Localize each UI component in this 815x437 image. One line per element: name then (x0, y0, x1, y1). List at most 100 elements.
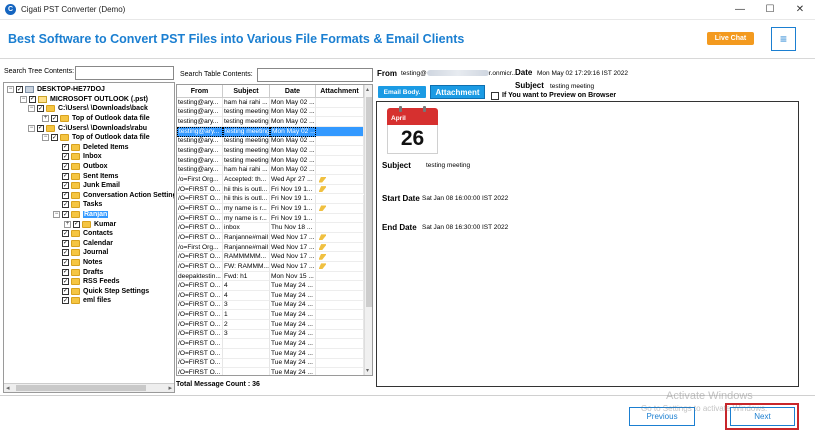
tree-item[interactable]: + ✓ Kumar (64, 219, 116, 229)
table-row[interactable]: testing@ary... ham hai rahi ... Mon May 02… (177, 98, 364, 108)
tree-checkbox[interactable]: ✓ (62, 249, 69, 257)
table-row[interactable]: /O=FIRST O... 4 Tue May 24 ... (177, 281, 364, 291)
column-header-subject[interactable]: Subject (223, 85, 270, 97)
table-row[interactable]: /O=FIRST O... 1 Tue May 24 ... (177, 310, 364, 320)
live-chat-button[interactable]: Live Chat (707, 32, 754, 45)
tree-checkbox[interactable]: ✓ (62, 287, 69, 295)
scroll-up-icon[interactable]: ▴ (366, 86, 369, 93)
table-row[interactable]: /O=FIRST O... Tue May 24 ... (177, 339, 364, 349)
collapse-icon[interactable]: − (28, 105, 35, 113)
tree-item[interactable]: − ✓ C:\Users\ \Downloads\rabu (28, 123, 147, 133)
tree-checkbox[interactable]: ✓ (62, 211, 69, 219)
table-row[interactable]: deepaktestin... Fwd: h1 Mon Nov 15 ... (177, 271, 364, 282)
tree-checkbox[interactable]: ✓ (62, 172, 69, 180)
scrollbar-thumb[interactable] (366, 97, 372, 307)
expand-icon[interactable]: + (64, 220, 71, 228)
table-search-input[interactable] (257, 68, 373, 82)
table-row[interactable]: /O=FIRST O... Tue May 24 ... (177, 358, 364, 369)
column-header-attachment[interactable]: Attachment (316, 85, 364, 97)
table-vertical-scrollbar[interactable]: ▴ ▾ (364, 85, 372, 375)
column-header-from[interactable]: From (177, 85, 223, 97)
tree-item[interactable]: ✓ Journal (53, 248, 108, 258)
collapse-icon[interactable]: − (28, 124, 35, 132)
table-row[interactable]: /O=FIRST O... 3 Tue May 24 ... (177, 300, 364, 311)
tree-item[interactable]: ✓ Quick Step Settings (53, 287, 149, 297)
tree-item[interactable]: ✓ Contacts (53, 229, 113, 239)
table-row[interactable]: /O=FIRST O... FW: RAMMM... Wed Nov 17 ... (177, 262, 364, 272)
scroll-left-icon[interactable]: ◂ (6, 384, 10, 392)
tree-item[interactable]: ✓ Calendar (53, 239, 113, 249)
tree-checkbox[interactable]: ✓ (62, 278, 69, 286)
table-row[interactable]: /O=FIRST O... Ranjanne#mail Wed Nov 17 ... (177, 233, 364, 243)
tree-checkbox[interactable]: ✓ (62, 191, 69, 199)
collapse-icon[interactable]: − (20, 95, 27, 103)
table-row[interactable]: /O=FIRST O... 3 Tue May 24 ... (177, 329, 364, 340)
tree-checkbox[interactable]: ✓ (51, 134, 58, 142)
table-row[interactable]: testing@ary... testing meeting Mon May 02 … (177, 136, 364, 147)
tree-checkbox[interactable]: ✓ (29, 95, 36, 103)
close-button[interactable]: ✕ (785, 0, 815, 18)
table-row[interactable]: /O=FIRST O... Tue May 24 ... (177, 348, 364, 359)
scroll-right-icon[interactable]: ▸ (168, 384, 172, 392)
tree-item[interactable]: − ✓ MICROSOFT OUTLOOK (.pst) (20, 95, 148, 105)
tree-checkbox[interactable]: ✓ (37, 105, 44, 113)
attachment-button[interactable]: Attachment (430, 85, 485, 99)
tree-checkbox[interactable]: ✓ (73, 220, 80, 228)
table-row[interactable]: testing@ary... ham hai rahi ... Mon May 02… (177, 165, 364, 176)
tree-item[interactable]: ✓ Junk Email (53, 181, 120, 191)
tree-item[interactable]: − ✓ DESKTOP-HE77DOJ (7, 85, 105, 95)
tree-item[interactable]: + ✓ Top of Outlook data file (42, 114, 150, 124)
table-row[interactable]: testing@ary... testing meeting Mon May 02 … (177, 146, 364, 156)
tree-item[interactable]: ✓ Inbox (53, 152, 102, 162)
tree-item[interactable]: ✓ eml files (53, 296, 111, 306)
table-row[interactable]: /O=FIRST O... 4 Tue May 24 ... (177, 291, 364, 301)
table-row[interactable]: testing@ary... testing meeting Mon May 02 … (177, 107, 364, 118)
tree-search-input[interactable] (75, 66, 174, 80)
email-body-button[interactable]: Email Body. (378, 86, 426, 98)
scroll-down-icon[interactable]: ▾ (366, 367, 369, 374)
table-row[interactable]: testing@ary... testing meeting Mon May 02 … (177, 155, 364, 166)
tree-item[interactable]: ✓ Deleted Items (53, 143, 129, 153)
collapse-icon[interactable]: − (7, 86, 14, 94)
tree-item[interactable]: ✓ Drafts (53, 267, 103, 277)
tree-checkbox[interactable]: ✓ (62, 297, 69, 305)
collapse-icon[interactable]: − (53, 211, 60, 219)
table-row[interactable]: testing@ary... testing meeting Mon May 02 … (177, 117, 364, 127)
tree-checkbox[interactable]: ✓ (62, 163, 69, 171)
tree-checkbox[interactable]: ✓ (51, 115, 58, 123)
tree-checkbox[interactable]: ✓ (62, 239, 69, 247)
table-row[interactable]: /o=First Org... Accepted: th... Wed Apr 27… (177, 175, 364, 185)
table-row[interactable]: /O=FIRST O... my name is r... Fri Nov 19 1… (177, 204, 364, 214)
table-row[interactable]: /O=FIRST O... Tue May 24 ... (177, 368, 364, 375)
tree-item[interactable]: ✓ Conversation Action Setting (53, 191, 174, 201)
collapse-icon[interactable]: − (42, 134, 49, 142)
tree-item[interactable]: ✓ Tasks (53, 200, 102, 210)
table-row[interactable]: /O=FIRST O... hii this is outl... Fri Nov … (177, 184, 364, 195)
table-row[interactable]: /o=First Org... Ranjanne#mail Wed Nov 17 .… (177, 242, 364, 253)
tree-item[interactable]: − ✓ Ranjan (53, 210, 109, 220)
tree-checkbox[interactable]: ✓ (62, 259, 69, 267)
tree-item[interactable]: ✓ Notes (53, 258, 102, 268)
hamburger-menu-button[interactable]: ≡ (771, 27, 796, 51)
tree-item[interactable]: − ✓ C:\Users\ \Downloads\back (28, 104, 148, 114)
tree-checkbox[interactable]: ✓ (62, 201, 69, 209)
maximize-button[interactable]: ☐ (755, 0, 785, 18)
tree-item[interactable]: − ✓ Top of Outlook data file (42, 133, 150, 143)
tree-item[interactable]: ✓ Outbox (53, 162, 108, 172)
tree-checkbox[interactable]: ✓ (62, 182, 69, 190)
minimize-button[interactable]: — (725, 0, 755, 18)
tree-checkbox[interactable]: ✓ (62, 153, 69, 161)
scrollbar-thumb[interactable] (16, 385, 146, 391)
table-row[interactable]: /O=FIRST O... RAMMMMM... Wed Nov 17 ... (177, 252, 364, 263)
preview-browser-checkbox[interactable] (491, 92, 499, 100)
table-row[interactable]: /O=FIRST O... hii this is outl... Fri Nov … (177, 194, 364, 205)
tree-checkbox[interactable]: ✓ (62, 230, 69, 238)
expand-icon[interactable]: + (42, 115, 49, 123)
column-header-date[interactable]: Date (270, 85, 316, 97)
tree-checkbox[interactable]: ✓ (37, 124, 44, 132)
table-row[interactable]: /O=FIRST O... my name is r... Fri Nov 19 1… (177, 213, 364, 224)
tree-checkbox[interactable]: ✓ (16, 86, 23, 94)
table-row[interactable]: /O=FIRST O... 2 Tue May 24 ... (177, 319, 364, 330)
table-row[interactable]: /O=FIRST O... inbox Thu Nov 18 ... (177, 223, 364, 234)
tree-checkbox[interactable]: ✓ (62, 143, 69, 151)
